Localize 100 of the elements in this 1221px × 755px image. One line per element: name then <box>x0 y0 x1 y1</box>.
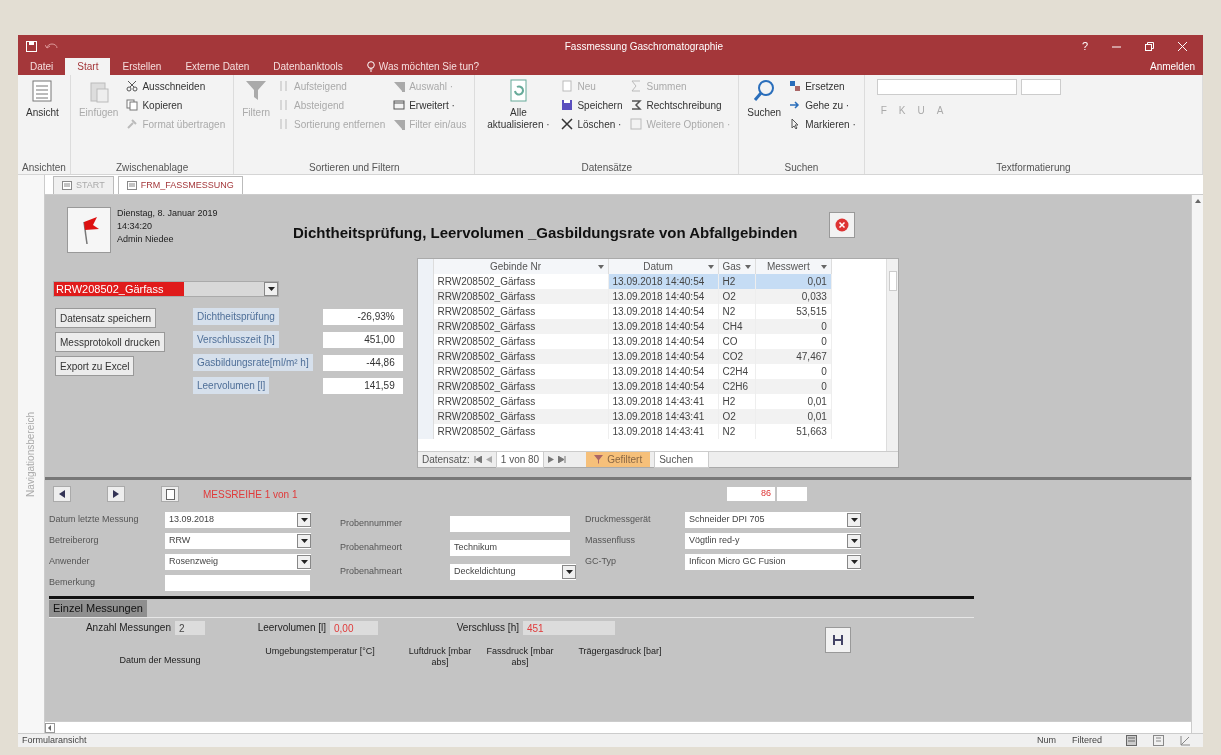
combo-box[interactable]: Schneider DPI 705 <box>685 512 861 528</box>
table-cell: H2 <box>718 274 756 289</box>
design-view-icon <box>1180 735 1191 746</box>
caret-icon <box>744 264 751 269</box>
dropdown-button[interactable] <box>847 555 861 569</box>
form-button[interactable]: Messprotokoll drucken <box>55 332 166 352</box>
datasheet-row[interactable]: RRW208502_Gärfass 13.09.2018 14:40:54 H2 0,01 <box>418 274 832 289</box>
sign-in-link[interactable]: Anmelden <box>1141 58 1203 75</box>
metric-value-field[interactable]: -44,86 <box>322 354 403 371</box>
table-cell: 0,01 <box>755 274 832 289</box>
dropdown-button[interactable] <box>264 282 278 296</box>
save-icon <box>561 99 574 111</box>
help-button[interactable]: ? <box>1081 37 1088 55</box>
ribbon-tab[interactable]: Erstellen <box>110 58 174 75</box>
search-field[interactable]: Suchen <box>654 451 710 468</box>
summary-label: Leervolumen [l] <box>256 621 327 635</box>
dropdown-button[interactable] <box>297 513 311 527</box>
form-button[interactable]: Export zu Excel <box>55 356 135 376</box>
form-button[interactable]: Datensatz speichern <box>55 308 157 328</box>
container-combo-box[interactable]: RRW208502_Gärfass <box>53 281 279 297</box>
refresh-document-icon <box>507 79 530 103</box>
status-indicator: Filtered <box>1072 733 1102 747</box>
text-field[interactable] <box>165 575 310 591</box>
ribbon-button[interactable]: Ansicht <box>22 79 63 160</box>
tell-me-field[interactable]: Was möchten Sie tun? <box>378 59 480 74</box>
ribbon-button[interactable]: Gehe zu · <box>789 98 856 112</box>
form-icon <box>126 181 137 190</box>
close-form-button[interactable] <box>829 212 855 238</box>
ribbon-tab[interactable]: Datenbanktools <box>261 58 355 75</box>
metric-value-field[interactable]: 451,00 <box>322 331 403 348</box>
datasheet-row[interactable]: RRW208502_Gärfass 13.09.2018 14:40:54 CH4 0 <box>418 319 832 334</box>
ribbon-button[interactable]: Ersetzen <box>789 79 856 93</box>
dropdown-button[interactable] <box>297 555 311 569</box>
previous-series-button[interactable] <box>53 486 71 502</box>
text-field[interactable]: Technikum <box>450 540 570 556</box>
font-size-field[interactable] <box>1020 79 1061 95</box>
combo-box[interactable]: Vögtlin red-y <box>685 533 861 549</box>
datasheet-row[interactable]: RRW208502_Gärfass 13.09.2018 14:40:54 CO2 47,467 <box>418 349 832 364</box>
document-icon <box>561 80 574 92</box>
record-position-field[interactable]: 1 von 80 <box>495 451 545 468</box>
combo-box[interactable]: RRW <box>165 533 311 549</box>
ribbon-button[interactable]: Rechtschreibung <box>630 98 731 112</box>
horizontal-scrollbar[interactable] <box>45 721 1191 733</box>
next-series-button[interactable] <box>107 486 125 502</box>
ribbon-button[interactable]: Löschen · <box>561 117 623 131</box>
last-record-icon <box>558 456 567 463</box>
funnel-icon <box>594 455 604 464</box>
datasheet-row[interactable]: RRW208502_Gärfass 13.09.2018 14:43:41 H2 0,01 <box>418 394 832 409</box>
text-field[interactable] <box>450 516 570 532</box>
datasheet-row[interactable]: RRW208502_Gärfass 13.09.2018 14:40:54 N2 53,515 <box>418 304 832 319</box>
vertical-scrollbar[interactable] <box>886 259 898 451</box>
ribbon-group-label: Datensätze <box>580 161 634 174</box>
h-symbol-icon <box>832 634 844 646</box>
ribbon-button[interactable]: Speichern <box>561 98 623 112</box>
toolbar-button[interactable] <box>825 627 851 653</box>
ribbon-tab[interactable]: Start <box>65 58 111 75</box>
datasheet-row[interactable]: RRW208502_Gärfass 13.09.2018 14:40:54 C2H4 0 <box>418 364 832 379</box>
metric-value-field[interactable]: 141,59 <box>322 377 403 394</box>
grid-icon <box>630 118 643 130</box>
datasheet-row[interactable]: RRW208502_Gärfass 13.09.2018 14:43:41 N2 51,663 <box>418 424 832 439</box>
caret-icon <box>820 264 827 269</box>
summary-value-field: 2 <box>175 620 205 635</box>
field-label: GC-Typ <box>585 555 617 569</box>
combo-box[interactable]: Inficon Micro GC Fusion <box>685 554 861 570</box>
datasheet-row[interactable]: RRW208502_Gärfass 13.09.2018 14:40:54 CO 0 <box>418 334 832 349</box>
scissors-icon <box>126 80 139 92</box>
counter-field: 86 <box>727 487 775 501</box>
caret-icon <box>597 264 604 269</box>
column-header: Fassdruck [mbar abs] <box>485 646 555 668</box>
ribbon-button[interactable]: Erweitert · <box>393 98 467 112</box>
record-selector[interactable] <box>418 424 433 439</box>
ribbon-button[interactable]: Suchen <box>743 79 786 160</box>
ribbon-tab[interactable]: Datei <box>18 58 66 75</box>
ribbon-button[interactable]: Alle aktualisieren · <box>479 79 558 160</box>
spelling-icon <box>630 99 643 111</box>
datasheet-row[interactable]: RRW208502_Gärfass 13.09.2018 14:43:41 O2 0,01 <box>418 409 832 424</box>
dropdown-button[interactable] <box>297 534 311 548</box>
new-series-button[interactable] <box>161 486 179 502</box>
font-name-field[interactable] <box>876 79 1017 95</box>
document-tab[interactable]: FRM_FASSMESSUNG <box>117 176 243 194</box>
dropdown-button[interactable] <box>847 513 861 527</box>
dropdown-button[interactable] <box>562 565 576 579</box>
datasheet-row[interactable]: RRW208502_Gärfass 13.09.2018 14:40:54 O2 0,033 <box>418 289 832 304</box>
select-all-cell[interactable] <box>418 259 433 274</box>
vertical-scrollbar[interactable] <box>1191 195 1203 733</box>
datasheet-row[interactable]: RRW208502_Gärfass 13.09.2018 14:40:54 C2H6 0 <box>418 379 832 394</box>
form-icon <box>62 181 72 190</box>
dropdown-button[interactable] <box>847 534 861 548</box>
ribbon-tab[interactable]: Externe Daten <box>173 58 262 75</box>
metric-value-field[interactable]: -26,93% <box>322 308 403 325</box>
caret-icon <box>267 287 275 291</box>
ribbon-button[interactable]: Markieren · <box>789 117 856 131</box>
ribbon-button[interactable]: Kopieren <box>126 98 226 112</box>
close-icon <box>1178 41 1187 51</box>
combo-box[interactable]: 13.09.2018 <box>165 512 311 528</box>
field-label: Betreiberorg <box>49 534 100 548</box>
ribbon-button[interactable]: Ausschneiden <box>126 79 226 93</box>
combo-box[interactable]: Deckeldichtung <box>450 564 576 580</box>
metric-label: Gasbildungsrate[ml/m² h] <box>193 354 313 371</box>
combo-box[interactable]: Rosenzweig <box>165 554 311 570</box>
